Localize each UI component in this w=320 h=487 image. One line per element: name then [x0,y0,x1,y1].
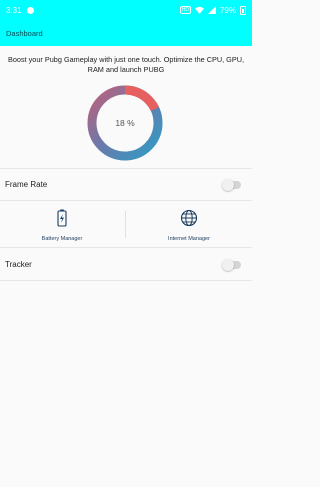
toggle-knob [222,179,234,191]
frame-rate-label: Frame Rate [5,180,48,189]
app-bar: Dashboard [0,20,252,46]
app-bar-title: Dashboard [6,29,43,38]
status-time: 3:31 [6,5,22,15]
status-bar: 3:31 HD 79% [0,0,252,20]
battery-charging-icon [57,209,67,227]
battery-icon [240,5,246,15]
battery-manager-label: Battery Manager [41,236,83,242]
toggle-knob [222,259,234,271]
divider [0,200,252,201]
status-icons: HD 79% [179,5,246,15]
wifi-icon [194,6,204,14]
signal-icon [207,6,216,14]
divider [0,247,252,248]
description-text: Boost your Pubg Gameplay with just one t… [7,55,245,74]
divider [0,280,252,281]
frame-rate-toggle[interactable] [222,179,241,191]
divider [0,168,252,169]
internet-manager-tile[interactable]: Internet Manager [129,202,249,248]
internet-manager-label: Internet Manager [168,236,210,242]
gauge-percent-label: 18 % [115,118,135,128]
tracker-label: Tracker [5,260,32,269]
battery-manager-tile[interactable]: Battery Manager [2,202,122,248]
battery-percent: 79% [219,5,236,15]
tracker-toggle[interactable] [222,259,241,271]
notification-icon [26,6,34,14]
hd-icon: HD [179,6,191,14]
usage-gauge: 18 % [85,83,165,163]
globe-icon [180,209,198,227]
tile-divider [125,211,126,238]
